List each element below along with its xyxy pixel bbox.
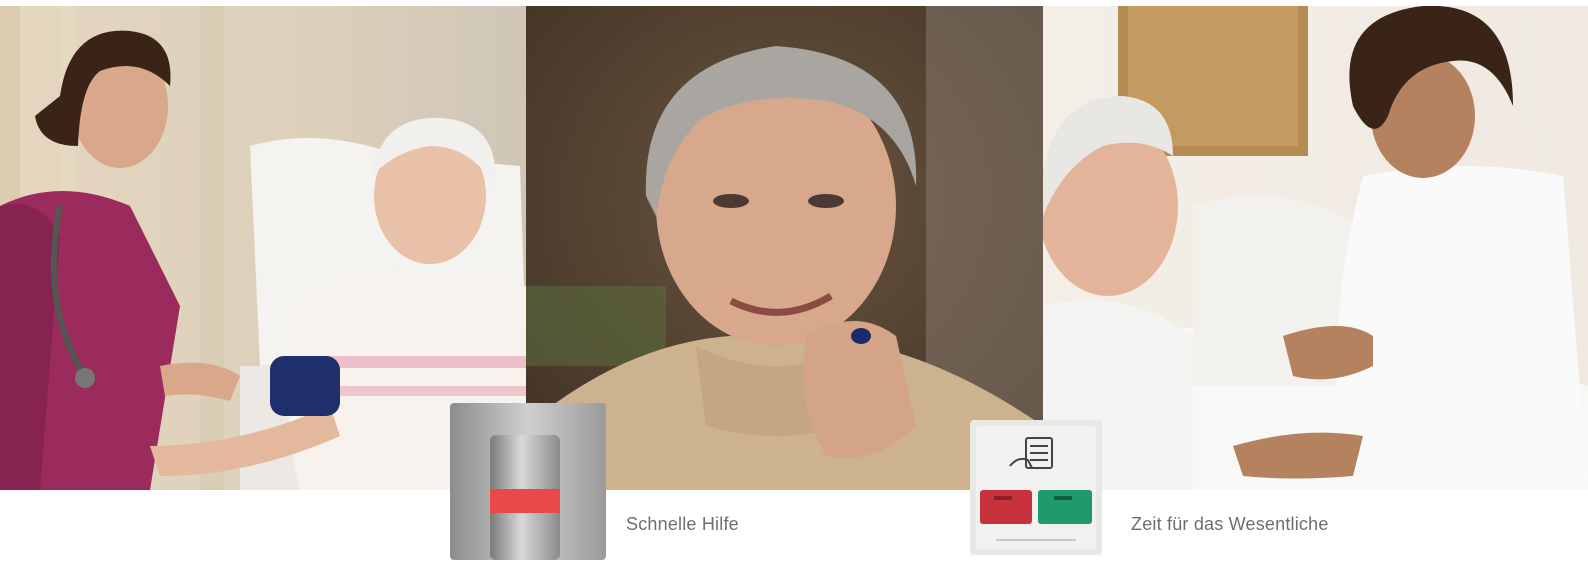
emergency-pull-switch-device	[450, 403, 606, 560]
time-essential-caption: Zeit für das Wesentliche	[1131, 514, 1329, 534]
image-collage: Schnelle Hilfe Zeit für das Wesentliche	[0, 0, 1588, 563]
red-indicator	[490, 489, 560, 513]
nurse-taking-blood-pressure-photo	[0, 6, 526, 490]
quick-help-caption: Schnelle Hilfe	[626, 514, 739, 534]
nurse-caring-for-elderly-man-photo	[1043, 6, 1588, 490]
nurse-call-panel-device	[970, 420, 1102, 555]
